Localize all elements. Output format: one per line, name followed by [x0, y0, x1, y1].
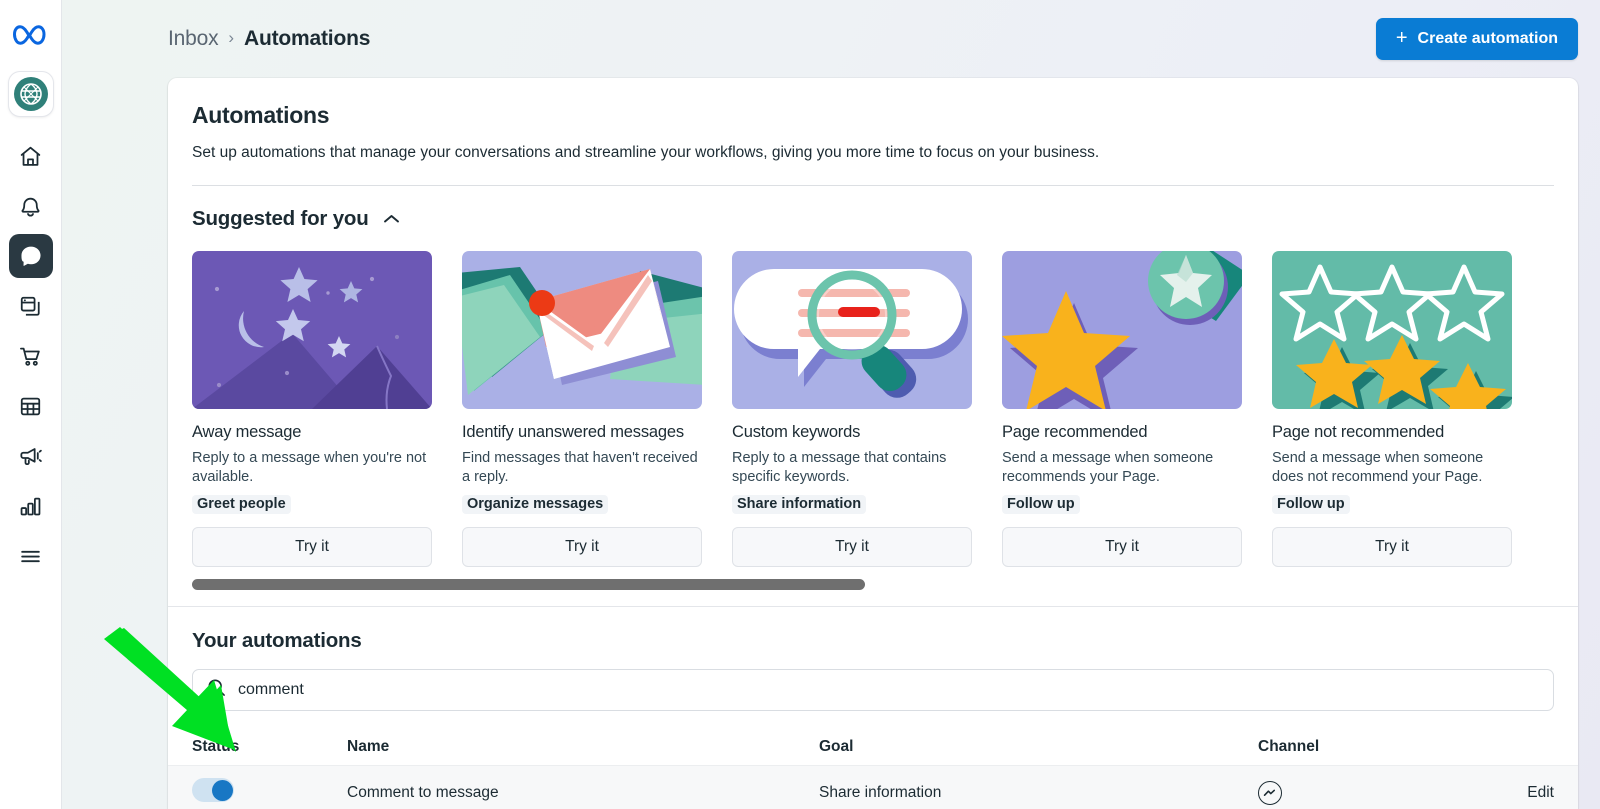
breadcrumb-inbox[interactable]: Inbox: [168, 27, 218, 51]
suggested-section-header: Suggested for you: [192, 207, 1554, 231]
row-goal: Share information: [819, 784, 1258, 802]
sidebar-item-home[interactable]: [9, 134, 53, 178]
left-nav-rail: [0, 0, 62, 809]
panel-body: Automations Set up automations that mana…: [168, 78, 1578, 809]
table-grid-icon: [18, 394, 43, 419]
sidebar-item-inbox[interactable]: [9, 234, 53, 278]
sidebar-item-notifications[interactable]: [9, 184, 53, 228]
card-description: Reply to a message when you're not avail…: [192, 449, 432, 488]
card-goal-tag: Share information: [732, 495, 866, 514]
row-status-cell: [192, 778, 347, 807]
card-description: Send a message when someone does not rec…: [1272, 449, 1512, 488]
toggle-knob: [212, 780, 233, 801]
row-name: Comment to message: [347, 784, 819, 802]
suggested-card[interactable]: Away message Reply to a message when you…: [192, 251, 432, 568]
column-header-goal: Goal: [819, 738, 1258, 756]
try-it-button[interactable]: Try it: [1002, 527, 1242, 567]
automations-subtitle: Set up automations that manage your conv…: [192, 143, 1554, 164]
automations-panel: Automations Set up automations that mana…: [168, 78, 1578, 809]
pages-icon: [18, 294, 43, 319]
card-title: Page not recommended: [1272, 423, 1512, 442]
card-description: Find messages that haven't received a re…: [462, 449, 702, 488]
row-channel-cell: [1258, 781, 1470, 805]
card-art-stars-rating: [1272, 251, 1512, 409]
search-automations-field[interactable]: [192, 669, 1554, 711]
create-automation-label: Create automation: [1418, 30, 1558, 48]
status-toggle[interactable]: [192, 778, 234, 802]
automations-table: Status Name Goal Channel Comment to mess…: [168, 729, 1578, 809]
edit-button[interactable]: Edit: [1527, 784, 1554, 801]
app-root: Inbox › Automations + Create automation …: [0, 0, 1600, 809]
card-art-gold-star-pin: [1002, 251, 1242, 409]
card-title: Identify unanswered messages: [462, 423, 702, 442]
your-automations-divider: [168, 606, 1578, 607]
row-actions-cell: Edit: [1470, 784, 1554, 802]
plus-icon: +: [1396, 28, 1408, 48]
business-avatar-icon: [14, 77, 48, 111]
sidebar-item-pages[interactable]: [9, 284, 53, 328]
card-title: Away message: [192, 423, 432, 442]
try-it-button[interactable]: Try it: [192, 527, 432, 567]
card-title: Page recommended: [1002, 423, 1242, 442]
suggested-title: Suggested for you: [192, 207, 369, 231]
automations-heading: Automations: [192, 102, 1554, 129]
table-header-row: Status Name Goal Channel: [168, 729, 1578, 765]
breadcrumb-separator-icon: ›: [228, 28, 234, 48]
sidebar-item-insights[interactable]: [9, 484, 53, 528]
card-description: Reply to a message that contains specifi…: [732, 449, 972, 488]
card-description: Send a message when someone recommends y…: [1002, 449, 1242, 488]
column-header-name: Name: [347, 738, 819, 756]
card-art-speech-bubble-magnifier: [732, 251, 972, 409]
sidebar-item-ads[interactable]: [9, 434, 53, 478]
try-it-button[interactable]: Try it: [732, 527, 972, 567]
card-goal-tag: Organize messages: [462, 495, 608, 514]
avatar[interactable]: [9, 72, 53, 116]
suggested-card[interactable]: Custom keywords Reply to a message that …: [732, 251, 972, 568]
sidebar-item-planner[interactable]: [9, 384, 53, 428]
carousel-scrollbar-track[interactable]: [192, 579, 1554, 590]
bell-icon: [18, 194, 43, 219]
home-icon: [18, 144, 43, 169]
top-bar: Inbox › Automations + Create automation: [62, 0, 1600, 78]
create-automation-button[interactable]: + Create automation: [1376, 18, 1578, 60]
suggested-cards-viewport: Away message Reply to a message when you…: [192, 251, 1554, 568]
try-it-button[interactable]: Try it: [1272, 527, 1512, 567]
column-header-status: Status: [192, 738, 347, 756]
sidebar-item-commerce[interactable]: [9, 334, 53, 378]
card-title: Custom keywords: [732, 423, 972, 442]
meta-infinity-logo-icon[interactable]: [11, 20, 51, 50]
card-art-moon-stars-mountain: [192, 251, 432, 409]
suggested-cards-row: Away message Reply to a message when you…: [192, 251, 1554, 568]
bar-chart-icon: [18, 494, 43, 519]
section-divider: [192, 185, 1554, 186]
megaphone-icon: [18, 444, 43, 469]
page-title: Automations: [244, 27, 370, 51]
search-input[interactable]: [238, 681, 1539, 699]
carousel-scrollbar-thumb[interactable]: [192, 579, 865, 590]
card-goal-tag: Greet people: [192, 495, 291, 514]
table-row[interactable]: Comment to message Share information Edi…: [168, 765, 1578, 809]
chevron-up-icon[interactable]: [383, 213, 400, 225]
card-goal-tag: Follow up: [1002, 495, 1080, 514]
column-header-channel: Channel: [1258, 738, 1470, 756]
card-goal-tag: Follow up: [1272, 495, 1350, 514]
main-region: Inbox › Automations + Create automation …: [62, 0, 1600, 809]
sidebar-item-all-tools[interactable]: [9, 534, 53, 578]
suggested-card[interactable]: Identify unanswered messages Find messag…: [462, 251, 702, 568]
shopping-cart-icon: [18, 344, 43, 369]
hamburger-menu-icon: [18, 544, 43, 569]
messenger-chat-icon: [18, 243, 44, 269]
suggested-card[interactable]: Page not recommended Send a message when…: [1272, 251, 1512, 568]
card-art-envelopes-red-dot: [462, 251, 702, 409]
try-it-button[interactable]: Try it: [462, 527, 702, 567]
your-automations-title: Your automations: [192, 629, 1554, 653]
messenger-icon: [1258, 781, 1282, 805]
search-icon: [207, 678, 226, 702]
suggested-card[interactable]: Page recommended Send a message when som…: [1002, 251, 1242, 568]
